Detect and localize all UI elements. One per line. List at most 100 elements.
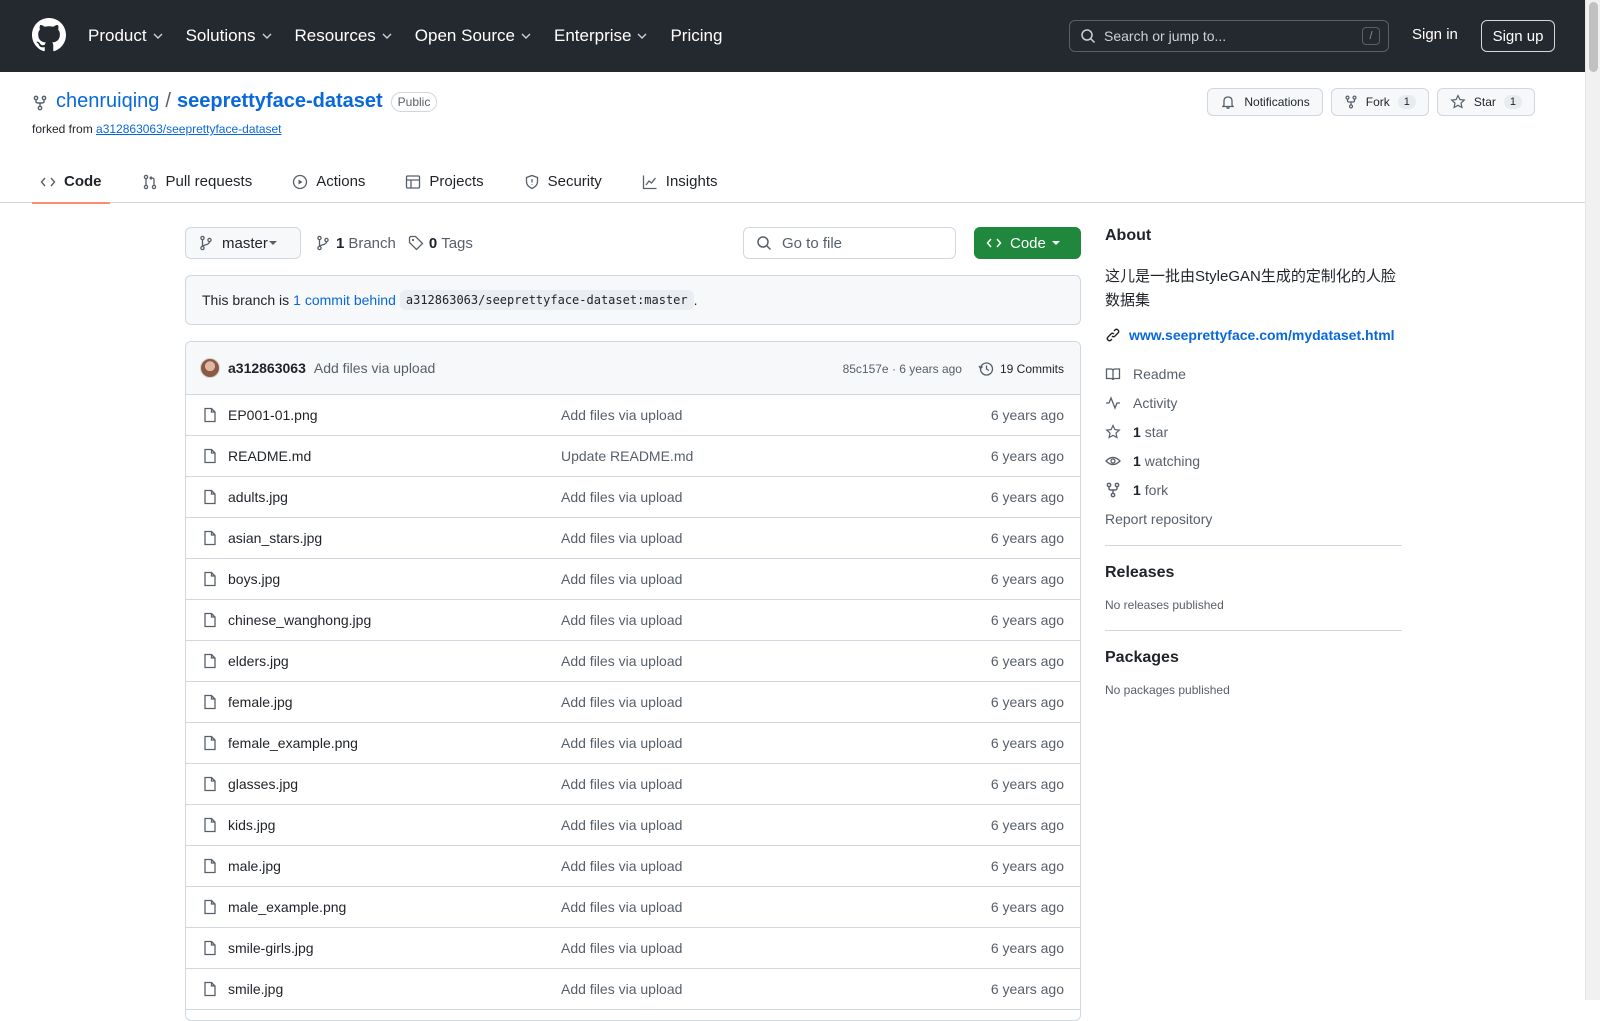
- branches-link[interactable]: 1 Branch: [315, 235, 396, 252]
- file-row[interactable]: boys.jpg Add files via upload 6 years ago: [186, 559, 1080, 600]
- file-name-link[interactable]: elders.jpg: [228, 653, 289, 669]
- file-row[interactable]: glasses.jpg Add files via upload 6 years a…: [186, 764, 1080, 805]
- bell-icon: [1222, 96, 1235, 109]
- sign-in-link[interactable]: Sign in: [1412, 26, 1458, 43]
- table-icon: [406, 174, 421, 189]
- file-row[interactable]: README.md Update README.md 6 years ago: [186, 436, 1080, 477]
- branch-select-button[interactable]: master: [185, 227, 301, 259]
- file-row[interactable]: male.jpg Add files via upload 6 years ago: [186, 846, 1080, 887]
- file-row[interactable]: female.jpg Add files via upload 6 years ag…: [186, 682, 1080, 723]
- file-row[interactable]: chinese_wanghong.jpg Add files via upload…: [186, 600, 1080, 641]
- page-scrollbar[interactable]: [1585, 0, 1600, 1000]
- tab-pull-requests[interactable]: Pull requests: [134, 160, 261, 203]
- sidebar-divider: [1105, 545, 1402, 546]
- releases-heading[interactable]: Releases: [1105, 564, 1402, 582]
- file-commit-message-link[interactable]: Add files via upload: [561, 571, 682, 587]
- file-name-link[interactable]: EP001-01.png: [228, 407, 318, 423]
- nav-resources[interactable]: Resources: [295, 26, 393, 46]
- tab-projects[interactable]: Projects: [397, 160, 491, 203]
- file-name-link[interactable]: boys.jpg: [228, 571, 280, 587]
- tab-security[interactable]: Security: [516, 160, 610, 203]
- file-row[interactable]: EP001-01.png Add files via upload 6 years …: [186, 395, 1080, 436]
- file-row[interactable]: smile-girls.jpg Add files via upload 6 yea…: [186, 928, 1080, 969]
- file-commit-message-link[interactable]: Add files via upload: [561, 612, 682, 628]
- file-commit-message-link[interactable]: Add files via upload: [561, 776, 682, 792]
- commit-hash-time[interactable]: 85c157e · 6 years ago: [843, 362, 962, 376]
- file-commit-message-link[interactable]: Add files via upload: [561, 489, 682, 505]
- go-to-file-input[interactable]: Go to file: [743, 227, 956, 259]
- file-row[interactable]: female_example.png Add files via upload 6 …: [186, 723, 1080, 764]
- nav-open-source[interactable]: Open Source: [415, 26, 532, 46]
- commit-author-link[interactable]: a312863063: [228, 360, 306, 376]
- repo-tabs: Code Pull requests Actions Projects Secu…: [32, 160, 750, 204]
- file-name-link[interactable]: glasses.jpg: [228, 776, 298, 792]
- file-name-link[interactable]: female_example.png: [228, 735, 358, 751]
- activity-link[interactable]: Activity: [1105, 388, 1402, 417]
- repo-owner-link[interactable]: chenruiqing: [56, 90, 159, 113]
- nav-pricing[interactable]: Pricing: [670, 26, 722, 46]
- tab-code[interactable]: Code: [32, 160, 110, 204]
- tags-link[interactable]: 0 Tags: [408, 235, 473, 252]
- file-name-link[interactable]: kids.jpg: [228, 817, 275, 833]
- sign-up-button[interactable]: Sign up: [1481, 20, 1555, 52]
- watchers-link[interactable]: 1 watching: [1105, 446, 1402, 475]
- about-description: 这儿是一批由StyleGAN生成的定制化的人脸数据集: [1105, 268, 1396, 309]
- scrollbar-thumb[interactable]: [1589, 2, 1598, 72]
- commits-behind-link[interactable]: 1 commit behind: [293, 292, 396, 308]
- readme-link[interactable]: Readme: [1105, 359, 1402, 388]
- forks-link[interactable]: 1 fork: [1105, 475, 1402, 504]
- file-commit-message-link[interactable]: Add files via upload: [561, 981, 682, 997]
- file-commit-message-link[interactable]: Add files via upload: [561, 735, 682, 751]
- code-download-button[interactable]: Code: [974, 227, 1081, 259]
- repo-header: chenruiqing / seeprettyface-dataset Publ…: [0, 72, 1585, 204]
- fork-button[interactable]: Fork 1: [1330, 88, 1429, 116]
- search-placeholder: Search or jump to...: [1104, 28, 1227, 44]
- file-row[interactable]: asian_stars.jpg Add files via upload 6 yea…: [186, 518, 1080, 559]
- file-commit-message-link[interactable]: Add files via upload: [561, 817, 682, 833]
- repo-name-link[interactable]: seeprettyface-dataset: [177, 90, 383, 113]
- website-link[interactable]: www.seeprettyface.com/mydataset.html: [1105, 327, 1402, 343]
- file-commit-message-link[interactable]: Add files via upload: [561, 694, 682, 710]
- file-name-link[interactable]: female.jpg: [228, 694, 293, 710]
- nav-product[interactable]: Product: [88, 26, 164, 46]
- notifications-button[interactable]: Notifications: [1207, 88, 1323, 116]
- commit-message-link[interactable]: Add files via upload: [314, 360, 435, 376]
- file-name-link[interactable]: README.md: [228, 448, 311, 464]
- file-commit-date: 6 years ago: [990, 858, 1064, 874]
- branch-count: 1: [336, 234, 345, 252]
- file-name-link[interactable]: asian_stars.jpg: [228, 530, 322, 546]
- file-row[interactable]: kids.jpg Add files via upload 6 years ago: [186, 805, 1080, 846]
- commits-history-link[interactable]: 19 Commits: [978, 361, 1064, 377]
- star-button[interactable]: Star 1: [1436, 88, 1535, 116]
- file-commit-message-link[interactable]: Add files via upload: [561, 407, 682, 423]
- file-commit-message-link[interactable]: Add files via upload: [561, 530, 682, 546]
- forked-from-link[interactable]: a312863063/seeprettyface-dataset: [96, 122, 281, 136]
- nav-solutions[interactable]: Solutions: [186, 26, 273, 46]
- file-row[interactable]: elders.jpg Add files via upload 6 years ag…: [186, 641, 1080, 682]
- github-logo-icon[interactable]: [32, 18, 66, 52]
- file-name-link[interactable]: male.jpg: [228, 858, 281, 874]
- stars-link[interactable]: 1 star: [1105, 417, 1402, 446]
- search-input[interactable]: Search or jump to... /: [1069, 20, 1389, 52]
- tab-actions[interactable]: Actions: [284, 160, 373, 203]
- file-name-link[interactable]: chinese_wanghong.jpg: [228, 612, 371, 628]
- file-name-link[interactable]: smile.jpg: [228, 981, 283, 997]
- file-row[interactable]: male_example.png Add files via upload 6 ye…: [186, 887, 1080, 928]
- tab-insights[interactable]: Insights: [634, 160, 726, 203]
- file-name-link[interactable]: adults.jpg: [228, 489, 288, 505]
- nav-enterprise[interactable]: Enterprise: [554, 26, 648, 46]
- avatar[interactable]: [200, 358, 220, 378]
- file-row[interactable]: smile.jpg Add files via upload 6 years ago: [186, 969, 1080, 1010]
- file-commit-message-link[interactable]: Add files via upload: [561, 899, 682, 915]
- packages-heading[interactable]: Packages: [1105, 649, 1402, 667]
- tab-label: Pull requests: [165, 173, 253, 190]
- file-commit-message-link[interactable]: Update README.md: [561, 448, 693, 464]
- report-repository-link[interactable]: Report repository: [1105, 504, 1402, 533]
- file-name-link[interactable]: smile-girls.jpg: [228, 940, 314, 956]
- file-commit-message-link[interactable]: Add files via upload: [561, 858, 682, 874]
- chevron-down-icon: [521, 33, 531, 39]
- file-commit-message-link[interactable]: Add files via upload: [561, 653, 682, 669]
- file-commit-message-link[interactable]: Add files via upload: [561, 940, 682, 956]
- file-row[interactable]: adults.jpg Add files via upload 6 years ag…: [186, 477, 1080, 518]
- file-name-link[interactable]: male_example.png: [228, 899, 346, 915]
